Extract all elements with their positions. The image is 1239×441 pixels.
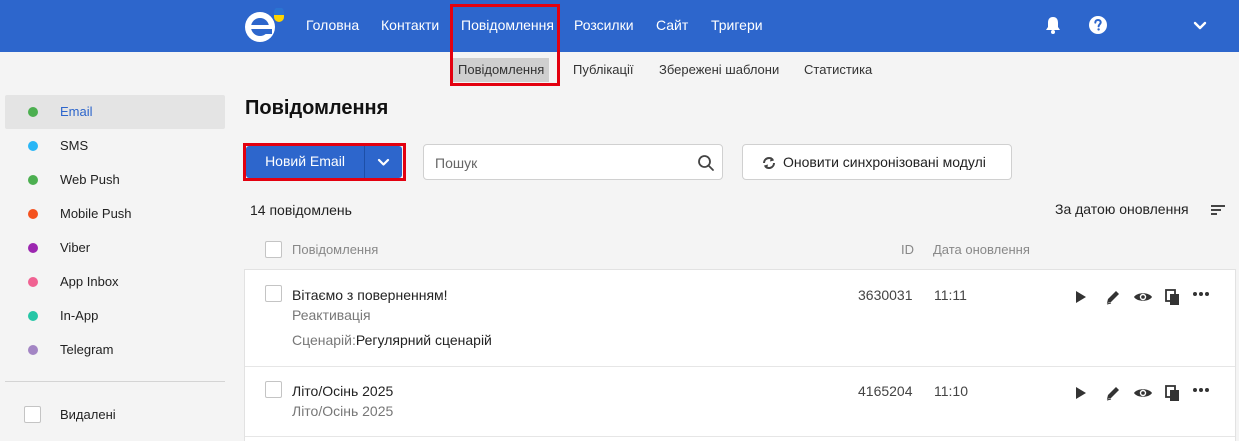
- new-email-button[interactable]: Новий Email: [246, 146, 402, 178]
- sidebar-item-label: App Inbox: [60, 274, 119, 289]
- sidebar-item-in-app[interactable]: In-App: [5, 299, 225, 333]
- more-icon[interactable]: [1190, 379, 1212, 401]
- message-scenario: Сценарій:Регулярний сценарій: [292, 332, 492, 348]
- scenario-value: Регулярний сценарій: [355, 332, 492, 348]
- sidebar-divider: [5, 381, 225, 382]
- bell-icon[interactable]: [1042, 14, 1064, 36]
- scenario-label: Сценарій:: [292, 332, 356, 348]
- page-title: Повідомлення: [245, 97, 389, 119]
- subnav-statistics[interactable]: Статистика: [804, 58, 872, 82]
- sidebar-item-label: SMS: [60, 138, 89, 153]
- sidebar-item-label: Web Push: [60, 172, 120, 187]
- message-name[interactable]: Вітаємо з поверненням!: [292, 287, 448, 303]
- nav-home[interactable]: Головна: [306, 0, 359, 52]
- column-header-id[interactable]: ID: [901, 242, 914, 257]
- row-checkbox[interactable]: [265, 285, 282, 302]
- sidebar-item-label: Mobile Push: [60, 206, 132, 221]
- copy-icon[interactable]: [1161, 286, 1183, 308]
- nav-campaigns[interactable]: Розсилки: [574, 0, 634, 52]
- telegram-status-dot: [28, 345, 38, 355]
- message-subtitle: Літо/Осінь 2025: [292, 403, 394, 419]
- refresh-icon: [761, 155, 777, 171]
- subnav-saved-templates[interactable]: Збережені шаблони: [659, 58, 779, 82]
- sidebar-item-label: Viber: [60, 240, 91, 255]
- sidebar-item-label: Email: [60, 104, 93, 119]
- sidebar-item-deleted[interactable]: Видалені: [5, 398, 225, 432]
- nav-triggers[interactable]: Тригери: [711, 0, 763, 52]
- row-checkbox[interactable]: [265, 381, 282, 398]
- play-icon[interactable]: [1069, 286, 1091, 308]
- preview-icon[interactable]: [1132, 382, 1154, 404]
- messages-count: 14 повідомлень: [250, 202, 352, 218]
- column-header-date[interactable]: Дата оновлення: [933, 242, 1030, 257]
- in-app-status-dot: [28, 311, 38, 321]
- messages-table: Вітаємо з поверненням! Реактивація Сцена…: [244, 269, 1236, 441]
- sidebar-item-email[interactable]: Email: [5, 95, 225, 129]
- sync-modules-label: Оновити синхронізовані модулі: [783, 154, 986, 170]
- sidebar-item-label: In-App: [60, 308, 99, 323]
- sidebar-item-app-inbox[interactable]: App Inbox: [5, 265, 225, 299]
- new-email-label: Новий Email: [265, 153, 345, 169]
- message-name[interactable]: Літо/Осінь 2025: [292, 383, 393, 399]
- mobile-push-status-dot: [28, 209, 38, 219]
- play-icon[interactable]: [1069, 382, 1091, 404]
- sidebar-item-label: Видалені: [60, 407, 116, 422]
- sidebar-item-mobile-push[interactable]: Mobile Push: [5, 197, 225, 231]
- message-subtitle: Реактивація: [292, 307, 371, 323]
- subnav-messages[interactable]: Повідомлення: [453, 58, 550, 82]
- email-status-dot: [28, 107, 38, 117]
- subnav-publications[interactable]: Публікації: [573, 58, 633, 82]
- nav-contacts[interactable]: Контакти: [381, 0, 439, 52]
- search-box: [423, 144, 723, 180]
- esputnik-logo-icon[interactable]: [244, 7, 292, 44]
- app-inbox-status-dot: [28, 277, 38, 287]
- column-header-message[interactable]: Повідомлення: [292, 242, 378, 257]
- row-divider: [245, 366, 1235, 367]
- sort-selector[interactable]: За датою оновлення: [1055, 201, 1189, 217]
- viber-status-dot: [28, 243, 38, 253]
- message-id: 3630031: [858, 287, 913, 303]
- deleted-checkbox[interactable]: [24, 406, 41, 423]
- new-email-dropdown-toggle[interactable]: [365, 146, 402, 178]
- sidebar-item-sms[interactable]: SMS: [5, 129, 225, 163]
- copy-icon[interactable]: [1161, 382, 1183, 404]
- search-input[interactable]: [435, 153, 685, 173]
- sidebar-item-telegram[interactable]: Telegram: [5, 333, 225, 367]
- nav-site[interactable]: Сайт: [656, 0, 688, 52]
- search-icon[interactable]: [696, 153, 716, 173]
- edit-icon[interactable]: [1102, 286, 1124, 308]
- sms-status-dot: [28, 141, 38, 151]
- chevron-down-icon[interactable]: [1189, 14, 1211, 36]
- sync-modules-button[interactable]: Оновити синхронізовані модулі: [742, 144, 1012, 180]
- preview-icon[interactable]: [1132, 286, 1154, 308]
- sort-lines-icon[interactable]: [1210, 203, 1226, 217]
- help-icon[interactable]: [1087, 14, 1109, 36]
- row-divider: [245, 436, 1235, 437]
- sidebar-item-web-push[interactable]: Web Push: [5, 163, 225, 197]
- select-all-checkbox[interactable]: [265, 241, 282, 258]
- web-push-status-dot: [28, 175, 38, 185]
- more-icon[interactable]: [1190, 283, 1212, 305]
- chevron-down-icon: [377, 158, 390, 166]
- message-date: 11:10: [934, 383, 968, 399]
- sidebar-item-label: Telegram: [60, 342, 114, 357]
- sidebar-item-viber[interactable]: Viber: [5, 231, 225, 265]
- message-date: 11:11: [934, 287, 967, 303]
- top-navigation-bar: Головна Контакти Повідомлення Розсилки С…: [0, 0, 1239, 52]
- edit-icon[interactable]: [1102, 382, 1124, 404]
- nav-messages[interactable]: Повідомлення: [461, 0, 554, 52]
- message-id: 4165204: [858, 383, 913, 399]
